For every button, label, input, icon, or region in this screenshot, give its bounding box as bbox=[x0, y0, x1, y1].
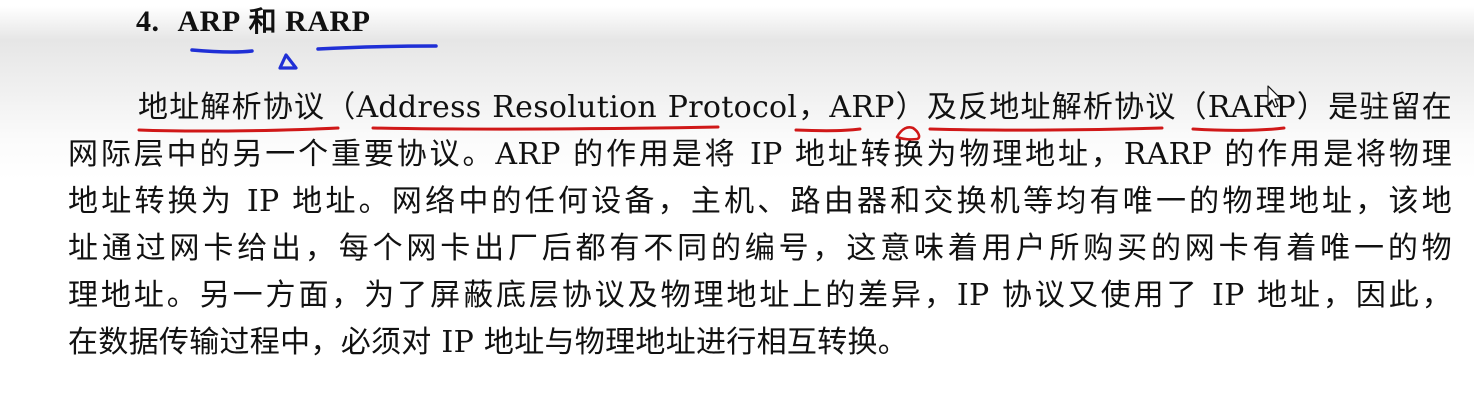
paragraph-line-1: 地址解析协议（Address Resolution Protocol，ARP）及… bbox=[138, 90, 1452, 125]
paragraph-line-4: 址通过网卡给出，每个网卡出厂后都有不同的编号，这意味着用户所购买的网卡有着唯一的… bbox=[68, 231, 1452, 266]
heading-term-rarp: RARP bbox=[285, 5, 371, 38]
blue-underline-arp bbox=[190, 48, 254, 54]
blue-triangle-mark bbox=[278, 53, 298, 70]
section-number: 4. bbox=[136, 5, 160, 38]
blue-underline-rarp bbox=[316, 44, 438, 51]
body-paragraph: 地址解析协议（Address Resolution Protocol，ARP）及… bbox=[68, 84, 1452, 366]
heading-connector: 和 bbox=[248, 5, 278, 38]
paragraph-line-2: 网际层中的另一个重要协议。ARP 的作用是将 IP 地址转换为物理地址，RARP… bbox=[68, 137, 1452, 172]
section-heading: 4. ARP 和 RARP bbox=[136, 2, 371, 42]
paragraph-line-6: 在数据传输过程中，必须对 IP 地址与物理地址进行相互转换。 bbox=[68, 325, 909, 360]
document-page: 4. ARP 和 RARP 地址解析协议（Address Resolution Pro… bbox=[0, 0, 1474, 400]
heading-term-arp: ARP bbox=[177, 5, 241, 38]
paragraph-line-3: 地址转换为 IP 地址。网络中的任何设备，主机、路由器和交换机等均有唯一的物理地… bbox=[68, 184, 1452, 219]
paragraph-line-5: 理地址。另一方面，为了屏蔽底层协议及物理地址上的差异，IP 协议又使用了 IP … bbox=[68, 278, 1452, 313]
